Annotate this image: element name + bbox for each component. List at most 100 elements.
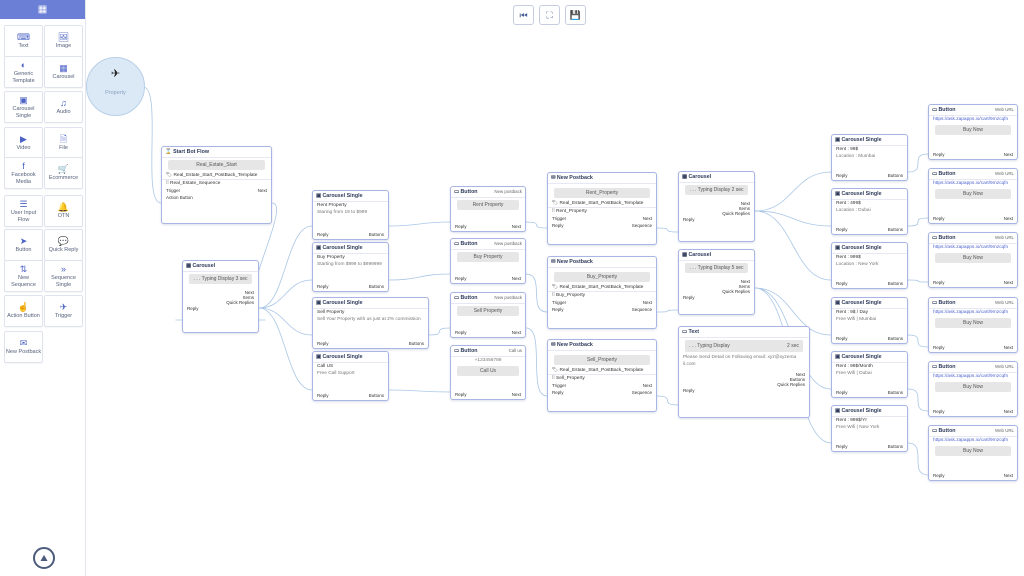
property-label: Property <box>105 90 126 96</box>
connection-edge <box>656 395 679 406</box>
button-url[interactable]: https://ask.zapapps.io/cart/9mzcqfn <box>929 309 1017 316</box>
connection-edge <box>907 442 929 476</box>
button-url[interactable]: https://ask.zapapps.io/cart/9mzcqfn <box>929 437 1017 444</box>
button-url[interactable]: https://ask.zapapps.io/cart/9mzcqfn <box>929 373 1017 380</box>
node-header: ▭ Button Web URL <box>929 169 1017 180</box>
node-header: ▭ Button Web URL <box>929 233 1017 244</box>
button-node[interactable]: ▭ Button New postback Rent Property Reply… <box>450 186 526 232</box>
new-postback-node[interactable]: ✉ New Postback Rent_Property 🏷 Real_Esta… <box>547 172 657 245</box>
plane-icon: ✈ <box>110 68 121 80</box>
start-flow-button[interactable]: Real_Estate_Start <box>168 160 265 170</box>
node-header: ▣ Carousel Single <box>313 191 388 202</box>
sequence-line: ⁞⁞ Rent_Property <box>548 207 656 215</box>
node-header: ⌛ Start Bot Flow <box>162 147 271 158</box>
connection-edge <box>656 309 679 313</box>
text-body-cont: il.com <box>683 362 696 367</box>
button-node[interactable]: ▭ Button New postback Sell Property Reply… <box>450 292 526 338</box>
single-subtitle: Staring from 19 to $999 <box>317 210 368 215</box>
button-preview[interactable]: Buy Property <box>457 252 519 262</box>
node-header: ▣ Carousel Single <box>832 406 907 417</box>
single-subtitle: Free Call Support <box>317 371 355 376</box>
carousel-single-node[interactable]: ▣ Carousel Single Sell Property Sell You… <box>312 297 429 349</box>
start-bot-flow-node[interactable]: ⌛ Start Bot Flow Real_Estate_Start 🏷 Rea… <box>161 146 272 224</box>
single-subtitle: Free Wifi | Mumbai <box>836 317 877 322</box>
connection-edge <box>754 210 832 281</box>
new-postback-node[interactable]: ✉ New Postback Buy_Property 🏷 Real_Estat… <box>547 256 657 329</box>
node-header: ▣ Carousel Single <box>832 135 907 146</box>
url-button-node[interactable]: ▭ Button Web URL https://ask.zapapps.io/c… <box>928 361 1018 417</box>
sequence-line: ⁞⁞ Buy_Property <box>548 291 656 299</box>
url-button-node[interactable]: ▭ Button Web URL https://ask.zapapps.io/c… <box>928 104 1018 160</box>
single-subtitle: Location : Mumbai <box>836 154 876 159</box>
button-preview[interactable]: Sell Property <box>457 306 519 316</box>
button-url[interactable]: https://ask.zapapps.io/cart/9mzcqfn <box>929 116 1017 123</box>
url-button-node[interactable]: ▭ Button Web URL https://ask.zapapps.io/c… <box>928 232 1018 288</box>
connection-edge <box>907 279 929 283</box>
node-header: ▣ Carousel Single <box>832 189 907 200</box>
carousel-single-node[interactable]: ▣ Carousel Single Call US Free Call Supp… <box>312 351 389 401</box>
postback-button[interactable]: Rent_Property <box>554 188 650 198</box>
connection-edge <box>388 221 451 227</box>
carousel-single-node[interactable]: ▣ Carousel Single Rent : 99$ Location : … <box>831 134 908 181</box>
new-postback-node[interactable]: ✉ New Postback Sell_Property 🏷 Real_Esta… <box>547 339 657 412</box>
buy-now-button[interactable]: Buy Now <box>935 382 1011 392</box>
single-title: Rent : 499$ <box>836 201 861 206</box>
single-title: Rent : 999$/Yr <box>836 418 867 423</box>
connection-edge <box>258 225 313 309</box>
single-title: Rent : 99$/Month <box>836 364 873 369</box>
node-header: ▭ Button Web URL <box>929 105 1017 116</box>
carousel-node[interactable]: ▦ Carousel . . . Typing Display 5 sec Ne… <box>678 249 755 315</box>
postback-button[interactable]: Buy_Property <box>554 272 650 282</box>
node-header: ▭ Button Web URL <box>929 426 1017 437</box>
connection-edge <box>258 307 313 336</box>
connection-edge <box>428 327 451 336</box>
node-header: ▭ Button New postback <box>451 187 525 198</box>
node-header: ▣ Carousel Single <box>832 352 907 363</box>
carousel-node[interactable]: ▦ Carousel . . . Typing Display 2 sec Ne… <box>678 171 755 242</box>
sequence-line: ⁞⁞ Real_Estate_Sequence <box>162 179 271 187</box>
button-url[interactable]: https://ask.zapapps.io/cart/9mzcqfn <box>929 244 1017 251</box>
typing-display: . . . Typing Display 2 sec <box>685 340 803 352</box>
buy-now-button[interactable]: Buy Now <box>935 446 1011 456</box>
connection-edge <box>656 227 679 233</box>
button-node[interactable]: ▭ Button New postback Buy Property Reply N… <box>450 238 526 284</box>
node-header: ▣ Carousel Single <box>313 243 388 254</box>
connection-edge <box>258 307 313 391</box>
text-node[interactable]: ▭ Text . . . Typing Display 2 sec Please … <box>678 326 810 418</box>
buy-now-button[interactable]: Buy Now <box>935 318 1011 328</box>
template-line: 🏷 Real_Estate_Start_PostBack_Template <box>552 201 644 206</box>
property-trigger-node[interactable]: ✈ Property <box>86 57 145 116</box>
button-node[interactable]: ▭ Button Call us +123456789 Call Us Reply… <box>450 345 526 400</box>
node-header: ▭ Button Call us <box>451 346 525 357</box>
button-preview[interactable]: Call Us <box>457 366 519 376</box>
carousel-single-node[interactable]: ▣ Carousel Single Rent : 99$/Month Free … <box>831 351 908 398</box>
carousel-single-node[interactable]: ▣ Carousel Single Rent : 499$ Location :… <box>831 188 908 235</box>
buy-now-button[interactable]: Buy Now <box>935 253 1011 263</box>
buy-now-button[interactable]: Buy Now <box>935 125 1011 135</box>
url-button-node[interactable]: ▭ Button Web URL https://ask.zapapps.io/c… <box>928 168 1018 224</box>
buy-now-button[interactable]: Buy Now <box>935 189 1011 199</box>
carousel-single-node[interactable]: ▣ Carousel Single Rent : 999$/Yr Free Wi… <box>831 405 908 452</box>
single-subtitle: Starting from $999 to $999999 <box>317 262 382 267</box>
url-button-node[interactable]: ▭ Button Web URL https://ask.zapapps.io/c… <box>928 297 1018 353</box>
carousel-single-node[interactable]: ▣ Carousel Single Rent : 9$ / Day Free W… <box>831 297 908 344</box>
node-header: ▭ Button New postback <box>451 239 525 250</box>
carousel-node[interactable]: ▦ Carousel . . . Typing Display 3 sec Ne… <box>182 260 259 333</box>
sequence-line: ⁞⁞ Sell_Property <box>548 374 656 382</box>
button-preview[interactable]: Rent Property <box>457 200 519 210</box>
button-url[interactable]: https://ask.zapapps.io/cart/9mzcqfn <box>929 180 1017 187</box>
node-header: ▣ Carousel Single <box>313 298 428 309</box>
carousel-single-node[interactable]: ▣ Carousel Single Buy Property Starting … <box>312 242 389 292</box>
typing-display: . . . Typing Display 5 sec <box>685 263 748 273</box>
connection-edge <box>525 327 548 397</box>
connection-edge <box>907 153 929 173</box>
carousel-single-node[interactable]: ▣ Carousel Single Rent : 999$ Location :… <box>831 242 908 289</box>
node-header: ▭ Button Web URL <box>929 362 1017 373</box>
connection-edge <box>388 389 451 393</box>
node-header: ▦ Carousel <box>679 172 754 183</box>
single-title: Rent Property <box>317 203 347 208</box>
carousel-single-node[interactable]: ▣ Carousel Single Rent Property Staring … <box>312 190 389 240</box>
single-title: Rent : 9$ / Day <box>836 310 868 315</box>
url-button-node[interactable]: ▭ Button Web URL https://ask.zapapps.io/c… <box>928 425 1018 481</box>
postback-button[interactable]: Sell_Property <box>554 355 650 365</box>
